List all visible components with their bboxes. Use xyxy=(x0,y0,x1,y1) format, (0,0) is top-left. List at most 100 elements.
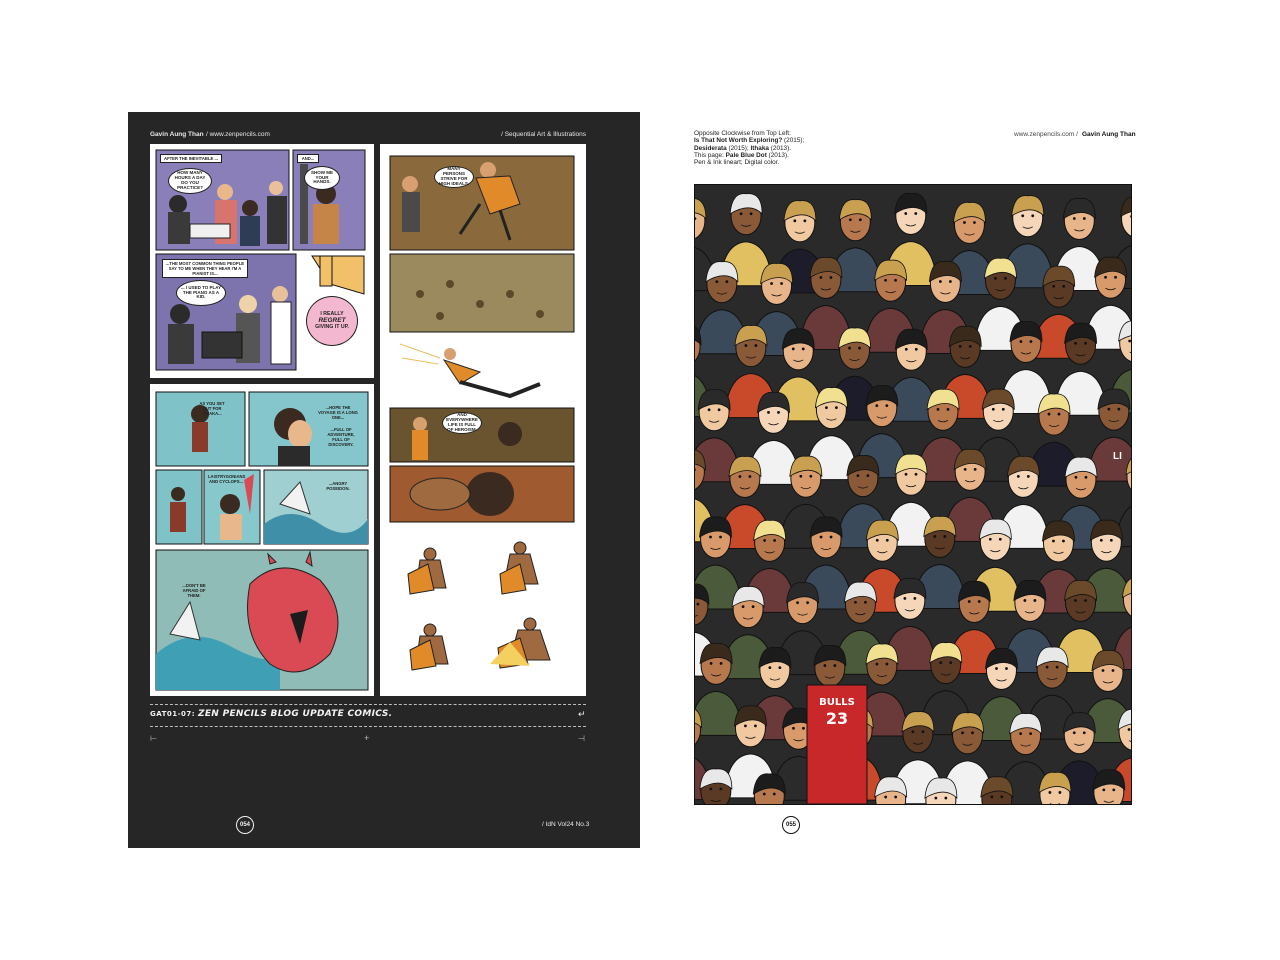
figure-eye xyxy=(967,600,971,603)
figure-eye xyxy=(749,212,753,216)
figure-eye xyxy=(1062,539,1065,543)
figure-eye xyxy=(744,724,747,728)
figure-eye xyxy=(1127,728,1131,731)
figure-eye xyxy=(709,535,712,539)
figure-eye xyxy=(1047,412,1051,416)
figure-eye xyxy=(1031,214,1035,218)
figure-eye xyxy=(1004,276,1007,280)
figure-eye xyxy=(1074,341,1077,345)
figure-eye xyxy=(1026,474,1030,478)
figure-eye xyxy=(772,792,776,796)
figure-eye xyxy=(904,472,908,476)
figure-eye xyxy=(803,219,807,223)
figure-eye xyxy=(1005,667,1008,670)
pale-blue-dot-illustration: BULLS 23 LI xyxy=(694,184,1132,805)
page-number-right: 055 xyxy=(782,816,800,834)
caption-angry-poseidon: ...ANGRY POSEIDON. xyxy=(326,481,350,491)
figure-eye xyxy=(885,538,889,542)
figure-eye xyxy=(744,344,748,347)
figure-eye xyxy=(1019,340,1023,343)
comic-heroism: MANY PERSONS STRIVE FOR HIGH IDEALS. AND… xyxy=(380,144,586,696)
comic-ithaka: AS YOU SET OUT FOR ITHAKA... ...HOPE THE… xyxy=(150,384,374,696)
credits-line-1: Opposite Clockwise from Top Left: xyxy=(694,130,791,137)
figure-eye xyxy=(1101,669,1105,672)
issue-label: / IdN Vol24 No.3 xyxy=(542,821,590,828)
bubble-how-many-hours: HOW MANY HOURS A DAY DO YOU PRACTICE? xyxy=(168,168,212,194)
figure-eye xyxy=(1072,731,1076,735)
figure-eye xyxy=(773,539,777,542)
figure-eye xyxy=(963,467,967,471)
figure-eye xyxy=(725,280,729,284)
figure-eye xyxy=(885,404,889,408)
figure-eye xyxy=(1057,412,1061,416)
figure-eye xyxy=(934,796,938,800)
figure-eye xyxy=(998,537,1002,541)
figure-eye xyxy=(961,731,964,735)
figure-eye xyxy=(1109,538,1113,542)
figure-eye xyxy=(824,406,828,410)
figure-eye xyxy=(1029,340,1033,343)
figure-eye xyxy=(885,662,889,666)
figure-eye xyxy=(719,535,722,539)
page-number-left: 054 xyxy=(236,816,254,834)
caption-dont-be-afraid: ...DON'T BE AFRAID OF THEM. xyxy=(182,583,206,598)
figure-eye xyxy=(963,221,966,224)
figure-eye xyxy=(914,347,918,351)
caption-and: AND... xyxy=(297,154,319,163)
figure-eye xyxy=(939,661,943,665)
bubble-many-persons: MANY PERSONS STRIVE FOR HIGH IDEALS. xyxy=(434,166,474,188)
figure-eye xyxy=(792,726,795,730)
caption-title-text: ZEN PENCILS BLOG UPDATE COMICS. xyxy=(198,709,393,719)
figure-eye xyxy=(780,282,783,285)
figure-eye xyxy=(973,467,977,471)
figure-eye xyxy=(719,662,723,665)
figure-eye xyxy=(958,344,962,348)
comic-heroism-art xyxy=(389,155,575,671)
figure-eye xyxy=(823,664,827,667)
illustration-credits: Opposite Clockwise from Top Left: Is Tha… xyxy=(694,130,804,166)
left-page: Gavin Aung Than / www.zenpencils.com / S… xyxy=(128,112,640,848)
figure-eye xyxy=(884,795,888,799)
jersey-team-text: BULLS xyxy=(819,697,855,708)
regret-line-3: GIVING IT UP. xyxy=(315,323,349,330)
figure-eye xyxy=(696,602,700,606)
figure-eye xyxy=(751,605,755,609)
figure-eye xyxy=(1084,475,1088,479)
figure-eye xyxy=(848,218,852,222)
figure-eye xyxy=(1021,214,1025,218)
figure-eye xyxy=(829,535,833,539)
figure-eye xyxy=(903,597,907,600)
figure-eye xyxy=(946,407,950,411)
jersey-number-text: 23 xyxy=(825,709,849,728)
figure-eye xyxy=(833,664,837,667)
figure-eye xyxy=(719,787,723,791)
credits-line-5: Pen & Ink lineart; Digital color. xyxy=(694,159,780,167)
figure-eye xyxy=(791,347,795,351)
figure-eye xyxy=(1052,284,1056,288)
figure-eye xyxy=(1102,788,1106,792)
figure-eye xyxy=(854,600,857,604)
crop-mark-right-icon: ⊣ xyxy=(578,734,585,743)
figure-eye xyxy=(911,730,915,734)
boxing-sign-text: LI xyxy=(1113,451,1122,462)
figure-eye xyxy=(1033,599,1037,602)
figure-eye xyxy=(1072,217,1076,220)
figure-eye xyxy=(1128,339,1131,343)
caption-laistrygonians: LAISTRYGONIANS AND CYCLOPS... xyxy=(208,474,246,484)
figure-eye xyxy=(864,600,867,604)
figure-eye xyxy=(1019,732,1023,736)
figure-eye xyxy=(1001,407,1005,411)
figure-eye xyxy=(913,597,917,600)
figure-eye xyxy=(1112,788,1116,792)
return-arrow-icon: ↵ xyxy=(578,709,586,719)
figure-eye xyxy=(856,474,860,477)
figure-eye xyxy=(829,276,833,279)
credits-line-2: Is That Not Worth Exploring? (2015); xyxy=(694,137,805,145)
section-title: / Sequential Art & Illustrations xyxy=(501,131,586,138)
figure-eye xyxy=(715,280,719,284)
figure-eye xyxy=(921,730,925,734)
figure-eye xyxy=(914,212,918,215)
caption-set-out: AS YOU SET OUT FOR ITHAKA... xyxy=(199,401,225,416)
figure-eye xyxy=(894,795,898,799)
figure-eye xyxy=(834,406,838,410)
